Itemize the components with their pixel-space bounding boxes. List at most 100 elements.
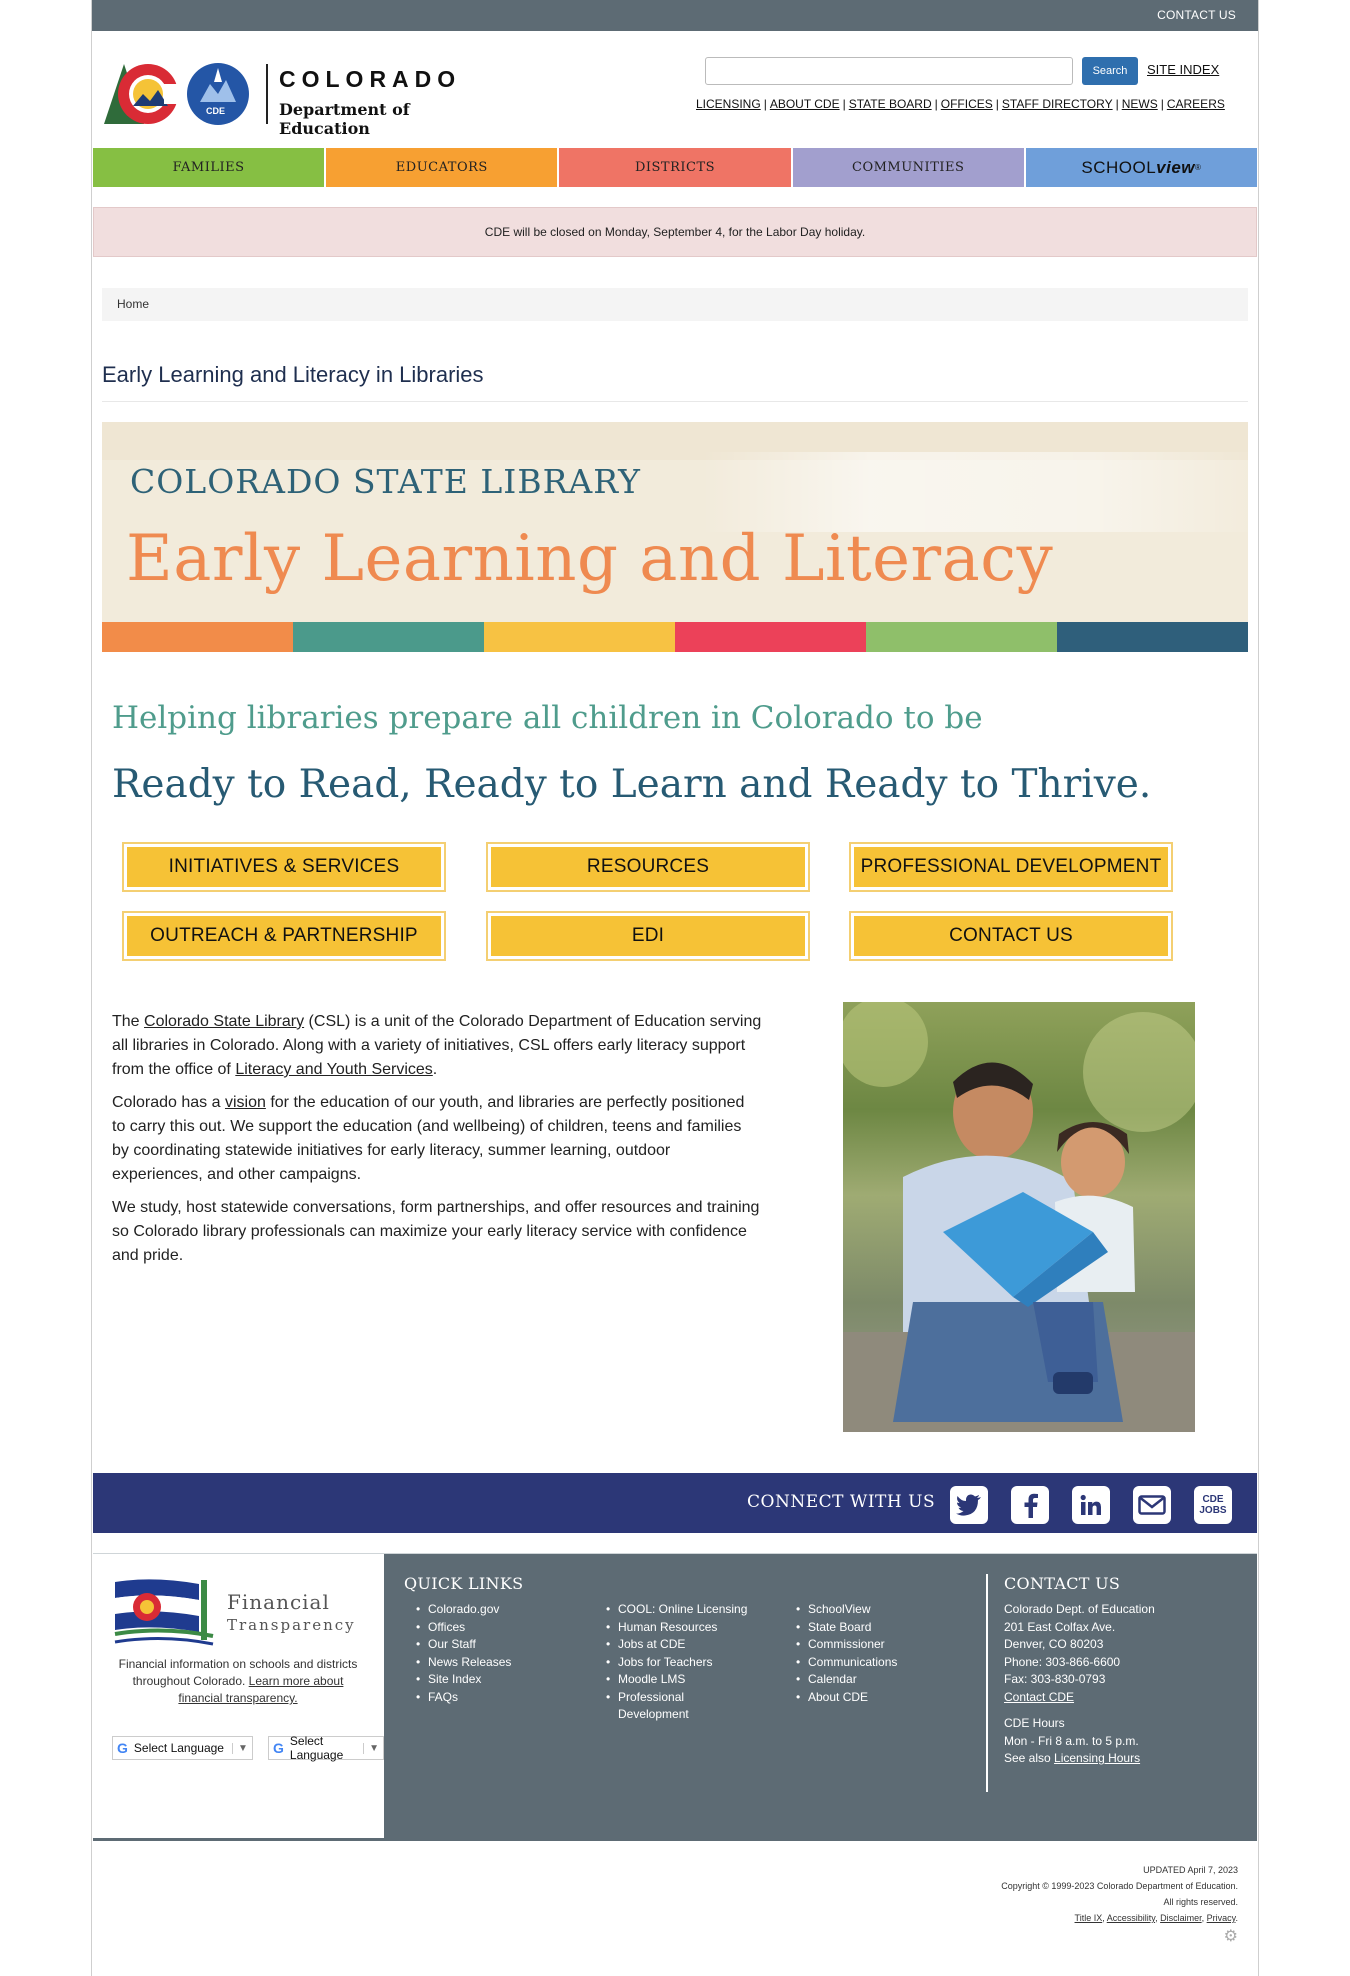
outreach-partnership-button[interactable]: OUTREACH & PARTNERSHIP	[122, 911, 446, 961]
tagline-intro: Helping libraries prepare all children i…	[112, 700, 983, 736]
nav-districts[interactable]: DISTRICTS	[559, 148, 791, 187]
vision-link[interactable]: vision	[225, 1094, 266, 1111]
topbar-contact-link[interactable]: CONTACT US	[1157, 8, 1236, 22]
twitter-icon[interactable]	[950, 1486, 988, 1524]
facebook-icon[interactable]	[1011, 1486, 1049, 1524]
footer-contact-heading: CONTACT US	[1004, 1574, 1121, 1593]
quick-link[interactable]: News Releases	[416, 1654, 511, 1672]
language-select-2-label: Select Language	[289, 1734, 344, 1762]
outreach-partnership-label: OUTREACH & PARTNERSHIP	[127, 916, 441, 956]
schoolview-suffix: view	[1156, 157, 1196, 177]
language-select-2[interactable]: G Select Language ▼	[268, 1734, 384, 1762]
google-icon: G	[117, 1740, 128, 1756]
title-ix-link[interactable]: Title IX	[1075, 1913, 1103, 1923]
nav-schoolview[interactable]: SCHOOL view ®	[1025, 148, 1258, 187]
util-link-news[interactable]: NEWS	[1122, 97, 1158, 111]
p2-text-a: Colorado has a	[112, 1094, 225, 1111]
utility-links: LICENSING | ABOUT CDE | STATE BOARD | OFFICES |…	[696, 97, 1225, 111]
schoolview-mark: ®	[1195, 163, 1202, 172]
resources-button[interactable]: RESOURCES	[486, 842, 810, 892]
p1-text-c: .	[432, 1061, 438, 1078]
title-divider	[102, 401, 1248, 402]
banner-glow	[702, 452, 1248, 532]
see-also-line: See also Licensing Hours	[1004, 1750, 1155, 1768]
privacy-link[interactable]: Privacy	[1207, 1913, 1236, 1923]
disclaimer-link[interactable]: Disclaimer	[1160, 1913, 1202, 1923]
stripe-navy	[1057, 622, 1248, 652]
initiatives-services-label: INITIATIVES & SERVICES	[127, 847, 441, 887]
hours-line: Mon - Fri 8 a.m. to 5 p.m.	[1004, 1733, 1139, 1748]
rights: All rights reserved.	[1163, 1897, 1238, 1907]
site-index-link[interactable]: SITE INDEX	[1147, 62, 1219, 77]
connect-bar: CONNECT WITH US CDE JOBS	[93, 1473, 1257, 1533]
nav-communities[interactable]: COMMUNITIES	[792, 148, 1024, 187]
contact-us-button[interactable]: CONTACT US	[849, 911, 1173, 961]
quick-links-col-1: Colorado.gov Offices Our Staff News Rele…	[416, 1601, 511, 1706]
quick-links-heading: QUICK LINKS	[404, 1574, 524, 1593]
language-select-1[interactable]: G Select Language ▼	[112, 1736, 253, 1760]
copyright: Copyright © 1999-2023 Colorado Departmen…	[1001, 1881, 1238, 1891]
alert-text: CDE will be closed on Monday, September …	[484, 225, 866, 239]
language-select-1-label: Select Language	[133, 1741, 224, 1755]
financial-transparency-panel: Financial Transparency Financial informa…	[93, 1554, 384, 1838]
see-also-text: See also	[1004, 1751, 1055, 1765]
quick-link[interactable]: Moodle LMS	[606, 1671, 766, 1689]
intro-paragraph-2: Colorado has a vision for the education …	[112, 1091, 762, 1187]
quick-link[interactable]: State Board	[796, 1619, 897, 1637]
contact-line: Fax: 303-830-0793	[1004, 1672, 1106, 1686]
util-link-careers[interactable]: CAREERS	[1167, 97, 1225, 111]
breadcrumb-home[interactable]: Home	[117, 297, 149, 311]
cde-logo[interactable]: CDE COLORADO Department of Education	[102, 56, 482, 138]
page-title: Early Learning and Literacy in Libraries	[102, 362, 484, 387]
edi-button[interactable]: EDI	[486, 911, 810, 961]
stripe-red	[675, 622, 866, 652]
email-icon[interactable]	[1133, 1486, 1171, 1524]
quick-link[interactable]: COOL: Online Licensing	[606, 1601, 766, 1619]
schoolview-prefix: SCHOOL	[1081, 157, 1157, 177]
gear-icon: ⚙	[1223, 1928, 1238, 1945]
util-link-staff-directory[interactable]: STAFF DIRECTORY	[1002, 97, 1113, 111]
contact-line: 201 East Colfax Ave.	[1004, 1619, 1116, 1634]
nav-educators[interactable]: EDUCATORS	[326, 148, 558, 187]
quick-link[interactable]: Commissioner	[796, 1636, 897, 1654]
financial-transparency-flag-icon[interactable]	[113, 1576, 219, 1652]
cde-jobs-icon[interactable]: CDE JOBS	[1194, 1486, 1232, 1524]
cde-jobs-line2: JOBS	[1199, 1505, 1227, 1516]
util-link-licensing[interactable]: LICENSING	[696, 97, 761, 111]
util-link-state-board[interactable]: STATE BOARD	[849, 97, 932, 111]
quick-link[interactable]: Jobs at CDE	[606, 1636, 766, 1654]
util-link-about[interactable]: ABOUT CDE	[770, 97, 840, 111]
quick-link[interactable]: Colorado.gov	[416, 1601, 511, 1619]
quick-link[interactable]: Our Staff	[416, 1636, 511, 1654]
org-subname: Department of Education	[279, 100, 410, 138]
contact-line: Denver, CO 80203	[1004, 1637, 1104, 1651]
quick-link[interactable]: Site Index	[416, 1671, 511, 1689]
licensing-hours-link[interactable]: Licensing Hours	[1054, 1751, 1140, 1765]
util-link-offices[interactable]: OFFICES	[941, 97, 993, 111]
quick-link[interactable]: FAQs	[416, 1689, 511, 1707]
literacy-youth-services-link[interactable]: Literacy and Youth Services	[235, 1061, 432, 1078]
quick-link[interactable]: Calendar	[796, 1671, 897, 1689]
colorado-c-logo-icon	[104, 63, 249, 125]
quick-link[interactable]: About CDE	[796, 1689, 897, 1707]
intro-copy: The Colorado State Library (CSL) is a un…	[112, 1010, 762, 1277]
colorado-state-library-link[interactable]: Colorado State Library	[144, 1013, 304, 1030]
quick-link[interactable]: Jobs for Teachers	[606, 1654, 766, 1672]
search-input[interactable]	[705, 57, 1073, 85]
search-button[interactable]: Search	[1082, 57, 1138, 85]
quick-link[interactable]: Human Resources	[606, 1619, 766, 1637]
edi-label: EDI	[491, 916, 805, 956]
footer-divider	[986, 1574, 988, 1792]
nav-families[interactable]: FAMILIES	[93, 148, 325, 187]
quick-link[interactable]: SchoolView	[796, 1601, 897, 1619]
accessibility-link[interactable]: Accessibility	[1107, 1913, 1155, 1923]
quick-link[interactable]: Professional Development	[606, 1689, 716, 1724]
initiatives-services-button[interactable]: INITIATIVES & SERVICES	[122, 842, 446, 892]
quick-link[interactable]: Communications	[796, 1654, 897, 1672]
quick-link[interactable]: Offices	[416, 1619, 511, 1637]
contact-cde-link[interactable]: Contact CDE	[1004, 1690, 1074, 1704]
linkedin-icon[interactable]	[1072, 1486, 1110, 1524]
stripe-yellow	[484, 622, 675, 652]
professional-development-button[interactable]: PROFESSIONAL DEVELOPMENT	[849, 842, 1173, 892]
stripe-green	[866, 622, 1057, 652]
